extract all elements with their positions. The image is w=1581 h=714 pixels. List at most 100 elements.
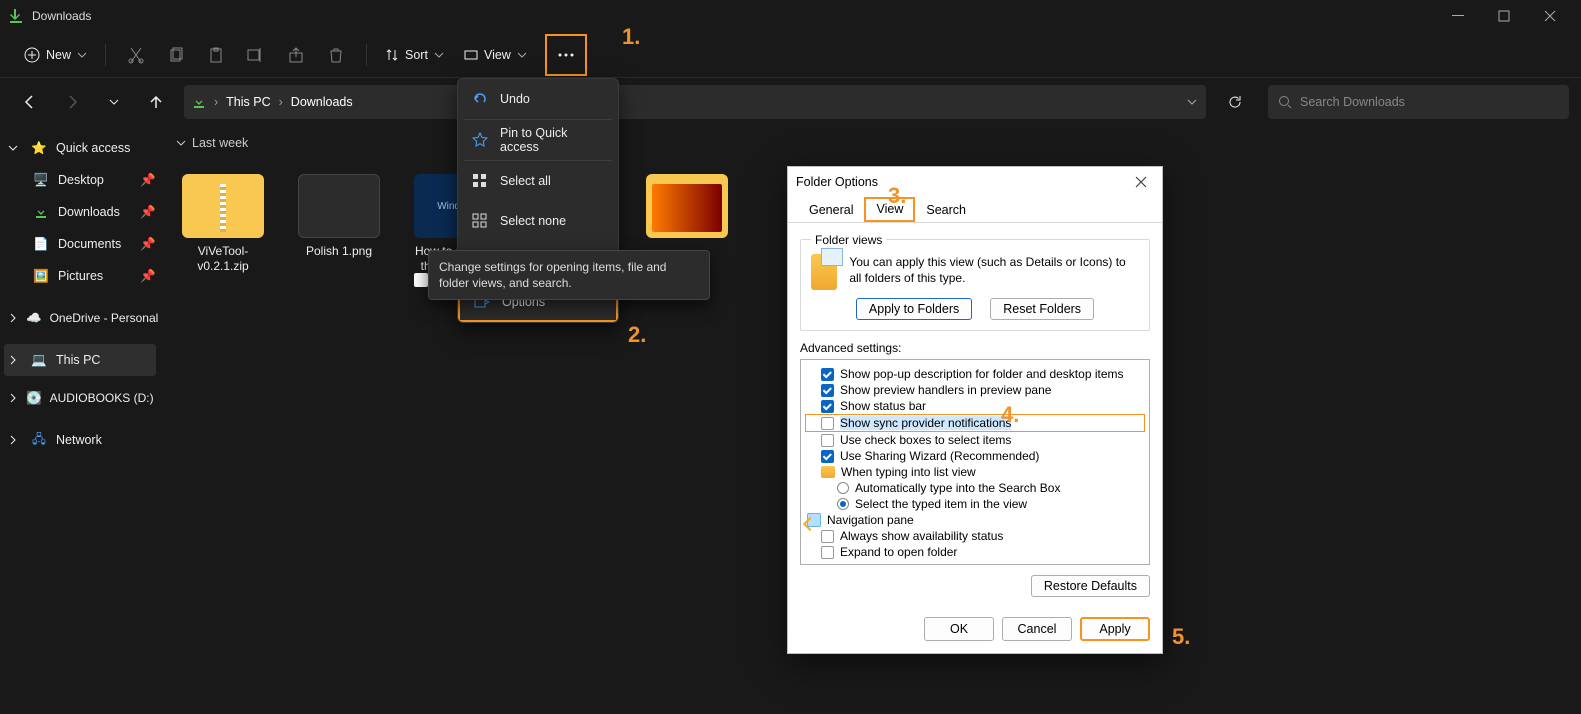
adv-item[interactable]: Automatically type into the Search Box <box>805 480 1145 496</box>
chevron-right-icon <box>8 393 18 403</box>
adv-item[interactable]: Show status bar <box>805 398 1145 414</box>
close-button[interactable] <box>1527 0 1573 32</box>
downloads-icon <box>32 203 50 221</box>
sidebar-desktop[interactable]: 🖥️ Desktop 📌 <box>4 164 156 196</box>
downloads-icon <box>8 8 24 24</box>
toolbar: New Sort View 1. <box>0 32 1581 78</box>
breadcrumb-thispc[interactable]: This PC <box>226 95 270 109</box>
advanced-settings-list[interactable]: Show pop-up description for folder and d… <box>800 359 1150 565</box>
chevron-down-icon <box>8 143 22 153</box>
forward-button[interactable] <box>54 84 90 120</box>
file-item[interactable]: Polish 1.png <box>296 174 382 259</box>
chevron-down-icon[interactable] <box>1186 96 1198 108</box>
group-header[interactable]: Last week <box>160 126 1581 154</box>
advanced-settings-label: Advanced settings: <box>800 341 1150 355</box>
ctx-select-none[interactable]: Select none <box>458 201 618 241</box>
checkbox-on-icon[interactable] <box>821 450 834 463</box>
sidebar-audiobooks[interactable]: 💽 AUDIOBOOKS (D:) <box>4 382 156 414</box>
minimize-button[interactable] <box>1435 0 1481 32</box>
search-box[interactable]: Search Downloads <box>1268 85 1569 119</box>
share-button[interactable] <box>276 35 316 75</box>
delete-button[interactable] <box>316 35 356 75</box>
search-placeholder: Search Downloads <box>1300 95 1405 109</box>
sidebar-downloads[interactable]: Downloads 📌 <box>4 196 156 228</box>
downloads-icon <box>192 95 206 109</box>
chevron-right-icon <box>8 355 22 365</box>
desktop-icon: 🖥️ <box>32 171 50 189</box>
adv-item[interactable]: Show pop-up description for folder and d… <box>805 366 1145 382</box>
tooltip: Change settings for opening items, file … <box>428 250 710 300</box>
ok-button[interactable]: OK <box>924 617 994 641</box>
new-button[interactable]: New <box>16 43 95 67</box>
sidebar-thispc[interactable]: 💻 This PC <box>4 344 156 376</box>
adv-item[interactable]: Use check boxes to select items <box>805 432 1145 448</box>
checkbox-on-icon[interactable] <box>821 384 834 397</box>
sidebar-quick-access[interactable]: ⭐ Quick access <box>4 132 156 164</box>
select-all-icon <box>472 173 488 189</box>
checkbox-off-icon[interactable] <box>821 546 834 559</box>
file-item[interactable] <box>644 174 730 244</box>
adv-item[interactable]: Expand to open folder <box>805 544 1145 560</box>
radio-off-icon[interactable] <box>837 482 849 494</box>
callout-2: 2. <box>628 322 646 348</box>
pin-icon: 📌 <box>140 173 152 188</box>
adv-item[interactable]: Always show availability status <box>805 528 1145 544</box>
reset-folders-button[interactable]: Reset Folders <box>990 298 1094 320</box>
rename-button[interactable] <box>236 35 276 75</box>
dialog-close-button[interactable] <box>1128 169 1154 195</box>
chevron-right-icon: › <box>279 95 283 109</box>
apply-to-folders-button[interactable]: Apply to Folders <box>856 298 972 320</box>
file-item[interactable]: ViVeTool-v0.2.1.zip <box>180 174 266 274</box>
adv-group: When typing into list view <box>805 464 1145 480</box>
sort-dropdown[interactable]: Sort <box>377 44 452 66</box>
refresh-button[interactable] <box>1218 85 1252 119</box>
folder-icon <box>821 466 835 478</box>
folder-views-icon <box>811 254 837 290</box>
copy-button[interactable] <box>156 35 196 75</box>
adv-item[interactable]: Show preview handlers in preview pane <box>805 382 1145 398</box>
dialog-body: Folder views You can apply this view (su… <box>788 222 1162 607</box>
tab-general[interactable]: General <box>798 199 864 222</box>
adv-item[interactable]: Use Sharing Wizard (Recommended) <box>805 448 1145 464</box>
ctx-undo[interactable]: Undo <box>458 79 618 119</box>
radio-on-icon[interactable] <box>837 498 849 510</box>
breadcrumb-downloads[interactable]: Downloads <box>291 95 353 109</box>
sidebar-network[interactable]: 🖧 Network <box>4 424 156 456</box>
ctx-pin[interactable]: Pin to Quick access <box>458 120 618 160</box>
more-button[interactable] <box>545 34 587 76</box>
restore-defaults-button[interactable]: Restore Defaults <box>1031 575 1150 597</box>
documents-icon: 📄 <box>32 235 50 253</box>
adv-group: Navigation pane <box>805 512 1145 528</box>
sidebar-onedrive[interactable]: ☁️ OneDrive - Personal <box>4 302 156 334</box>
dialog-title: Folder Options <box>796 175 878 189</box>
dialog-titlebar: Folder Options <box>788 167 1162 197</box>
address-bar[interactable]: › This PC › Downloads <box>184 85 1206 119</box>
sidebar-documents[interactable]: 📄 Documents 📌 <box>4 228 156 260</box>
tab-search[interactable]: Search <box>915 199 977 222</box>
titlebar: Downloads <box>0 0 1581 32</box>
adv-item[interactable]: Select the typed item in the view <box>805 496 1145 512</box>
undo-icon <box>472 91 488 107</box>
sidebar-pictures[interactable]: 🖼️ Pictures 📌 <box>4 260 156 292</box>
paste-button[interactable] <box>196 35 236 75</box>
maximize-button[interactable] <box>1481 0 1527 32</box>
chevron-down-icon <box>434 50 444 60</box>
ctx-select-all[interactable]: Select all <box>458 161 618 201</box>
adv-item-highlighted[interactable]: Show sync provider notifications <box>805 414 1145 432</box>
apply-button[interactable]: Apply <box>1080 617 1150 641</box>
checkbox-off-icon[interactable] <box>821 530 834 543</box>
drive-icon: 💽 <box>26 389 42 407</box>
checkbox-on-icon[interactable] <box>821 368 834 381</box>
checkbox-off-icon[interactable] <box>821 434 834 447</box>
callout-5: 5. <box>1172 624 1190 650</box>
window-controls <box>1435 0 1573 32</box>
recent-dropdown[interactable] <box>96 84 132 120</box>
checkbox-on-icon[interactable] <box>821 400 834 413</box>
cancel-button[interactable]: Cancel <box>1002 617 1072 641</box>
select-none-icon <box>472 213 488 229</box>
checkbox-off-icon[interactable] <box>821 417 834 430</box>
back-button[interactable] <box>12 84 48 120</box>
up-button[interactable] <box>138 84 174 120</box>
cut-button[interactable] <box>116 35 156 75</box>
view-dropdown[interactable]: View <box>456 44 535 66</box>
